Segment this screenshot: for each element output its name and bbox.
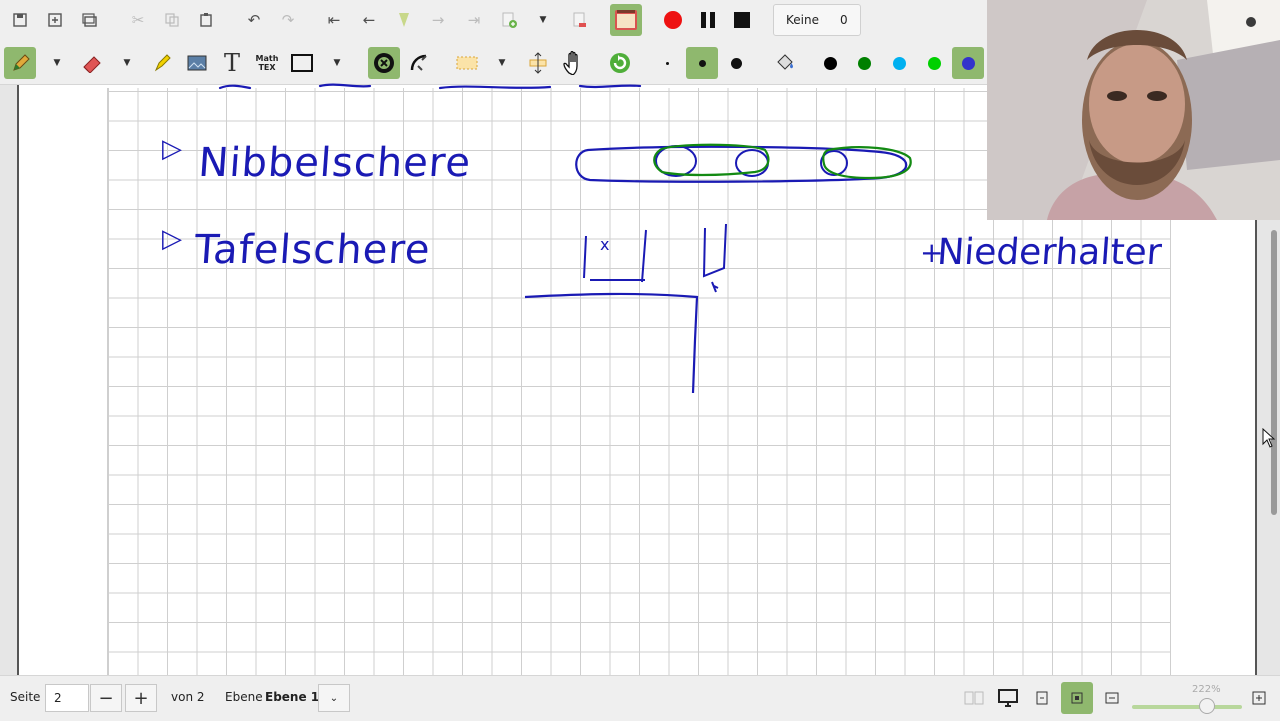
color-swatch [961,56,975,70]
latex-label-bottom: TEX [258,63,276,72]
page-count-label: von 2 [171,690,205,704]
presentation-mode-icon[interactable] [610,4,642,36]
pen-size-very-fine-icon[interactable] [651,47,683,79]
zoom-out-icon[interactable] [1096,682,1128,714]
presentation-view-icon[interactable] [992,682,1024,714]
page-number-input[interactable]: 2 [45,684,89,712]
status-bar: Seite 2 − + von 2 Ebene Ebene 1 ⌄ [0,675,1280,721]
latex-tool-button[interactable]: Math TEX [251,47,283,79]
fill-bucket-icon[interactable] [768,47,800,79]
page-decrement-button[interactable]: − [90,684,122,712]
page-increment-button[interactable]: + [125,684,157,712]
color-swatch [927,56,941,70]
save-icon[interactable] [4,4,36,36]
redo-icon[interactable]: ↷ [272,4,304,36]
vertical-scrollbar[interactable] [1271,230,1277,515]
image-icon[interactable] [181,47,213,79]
print-icon[interactable] [74,4,106,36]
previous-page-icon[interactable]: ← [353,4,385,36]
page-label: Seite [10,690,41,704]
webcam-overlay [987,0,1280,220]
add-page-icon[interactable] [493,4,525,36]
goto-page-icon[interactable] [388,4,420,36]
color-green-icon[interactable] [848,47,880,79]
color-light-blue-icon[interactable] [883,47,915,79]
select-dropdown-icon[interactable]: ▼ [495,47,509,79]
undo-icon[interactable]: ↶ [238,4,270,36]
pause-icon[interactable] [692,4,724,36]
zoom-in-icon[interactable] [1243,682,1275,714]
record-icon[interactable] [657,4,689,36]
eraser-dropdown-icon[interactable]: ▼ [120,47,134,79]
fullscreen-refresh-icon[interactable] [604,47,636,79]
color-blue-icon[interactable] [952,47,984,79]
latex-label-top: Math [255,54,279,63]
zoom-slider-handle[interactable] [1199,698,1215,714]
color-light-green-icon[interactable] [918,47,950,79]
pen-dropdown-icon[interactable]: ▼ [50,47,64,79]
recording-count: 0 [840,13,848,27]
zoom-100-icon[interactable] [1061,682,1093,714]
select-rectangle-icon[interactable] [451,47,483,79]
layer-dropdown-icon[interactable]: ⌄ [318,684,350,712]
layer-label: Ebene [225,690,263,704]
eraser-icon[interactable] [76,47,108,79]
cut-icon[interactable]: ✂ [122,4,154,36]
ruler-snap-icon[interactable] [403,47,435,79]
delete-page-icon[interactable] [563,4,595,36]
rectangle-shape-icon[interactable] [286,47,318,79]
color-swatch [823,56,837,70]
recording-layer-label: Keine [786,13,819,27]
color-black-icon[interactable] [814,47,846,79]
last-page-icon[interactable]: ⇥ [458,4,490,36]
hand-tool-icon[interactable] [557,47,589,79]
next-page-icon[interactable]: → [422,4,454,36]
color-swatch [857,56,871,70]
audio-recording-status: Keine 0 [773,4,861,36]
paste-icon[interactable] [190,4,222,36]
shape-dropdown-icon[interactable]: ▼ [330,47,344,79]
zoom-slider[interactable] [1132,705,1242,709]
layer-value[interactable]: Ebene 1 [265,690,319,704]
zoom-level-label: 222% [1192,684,1221,695]
pen-size-fine-icon[interactable] [686,47,718,79]
copy-icon[interactable] [156,4,188,36]
highlighter-icon[interactable] [146,47,178,79]
pen-size-medium-icon[interactable] [720,47,752,79]
first-page-icon[interactable]: ⇤ [318,4,350,36]
vertical-space-icon[interactable] [522,47,554,79]
shape-recognizer-icon[interactable] [368,47,400,79]
color-swatch [892,56,906,70]
stop-icon[interactable] [726,4,758,36]
mouse-cursor-icon [1262,428,1276,448]
zoom-fit-icon[interactable] [1026,682,1058,714]
new-document-icon[interactable] [39,4,71,36]
two-pages-icon[interactable] [958,682,990,714]
add-page-dropdown-icon[interactable]: ▼ [536,4,550,36]
pen-icon[interactable] [4,47,36,79]
text-tool-icon[interactable]: T [216,47,248,79]
